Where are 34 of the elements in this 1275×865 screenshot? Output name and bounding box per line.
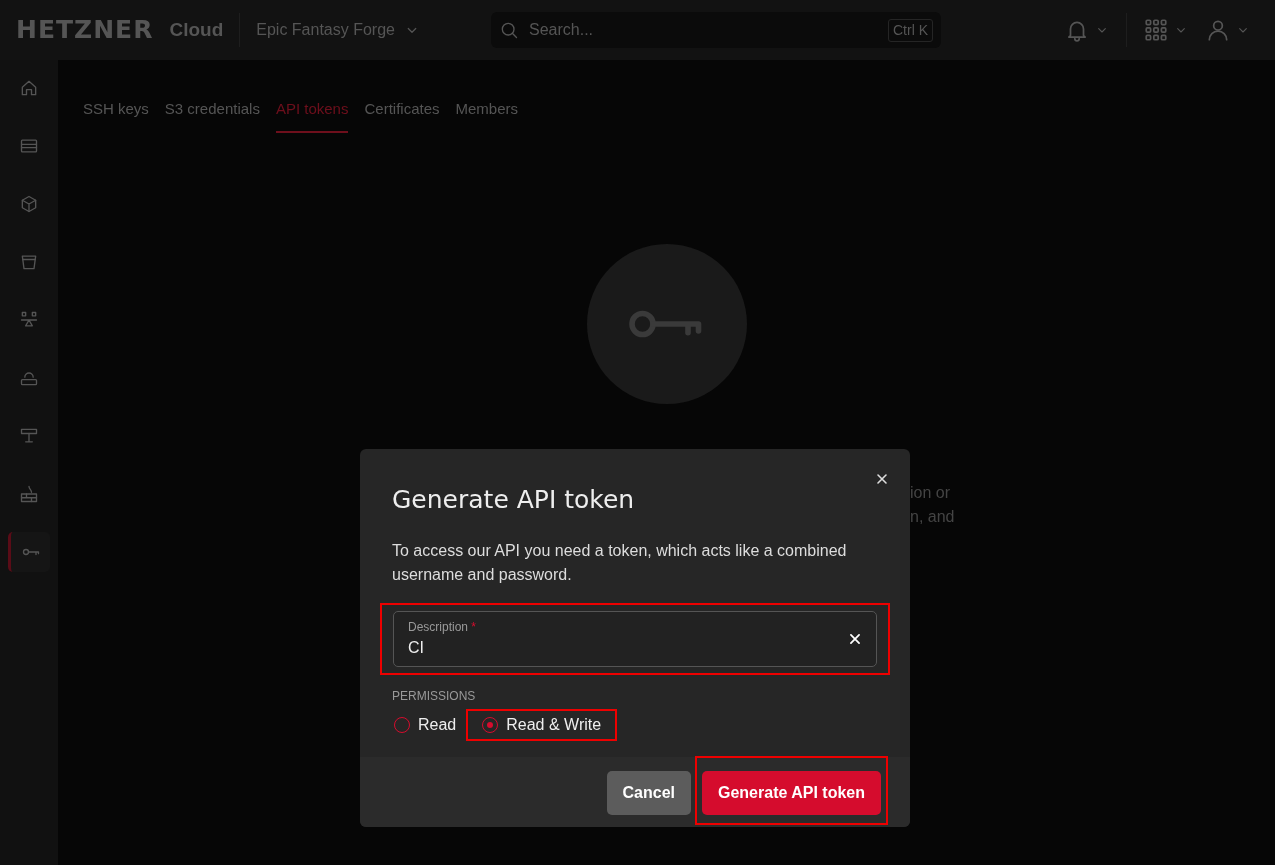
close-button[interactable] <box>874 471 890 487</box>
text-fragment: ion or <box>910 483 952 503</box>
text-fragment: n, and <box>910 507 955 527</box>
tab[interactable]: Members <box>455 98 518 133</box>
search-input[interactable]: Search... <box>527 17 880 43</box>
logo[interactable]: HETZNER <box>16 11 154 49</box>
permissions-label: PERMISSIONS <box>392 688 477 705</box>
bucket-icon <box>19 252 39 272</box>
cancel-button[interactable]: Cancel <box>606 771 691 815</box>
radio-option[interactable]: Read <box>392 709 467 741</box>
home-icon <box>19 78 39 98</box>
dialog-description: To access our API you need a token, which acts like a combined username and password. <box>392 541 848 585</box>
project-selector[interactable]: Epic Fantasy Forge <box>256 18 421 42</box>
tab[interactable]: S3 credentials <box>164 98 260 133</box>
load-balancer-icon <box>19 310 39 330</box>
tab[interactable]: SSH keys <box>83 98 149 133</box>
description-input[interactable]: CI <box>408 636 848 660</box>
clear-icon[interactable] <box>848 632 862 646</box>
tab[interactable]: API tokens <box>275 98 349 133</box>
description-field[interactable]: Description * CI <box>393 611 877 667</box>
close-icon <box>874 471 890 487</box>
cube-icon <box>19 194 39 214</box>
dialog-title: Generate API token <box>392 485 635 515</box>
product-name: Cloud <box>169 17 224 42</box>
firewall-icon <box>19 484 39 504</box>
network-icon <box>19 426 39 446</box>
sidebar-item[interactable] <box>8 532 50 572</box>
search-field[interactable]: Search... Ctrl K <box>491 12 941 48</box>
apps-grid-icon <box>1143 17 1169 43</box>
shortcut-hint: Ctrl K <box>888 18 933 42</box>
search-icon <box>499 20 519 40</box>
generate-button[interactable]: Generate API token <box>702 771 881 815</box>
tab[interactable]: Certificates <box>364 98 440 133</box>
radio-option[interactable]: Read & Write <box>466 709 618 741</box>
